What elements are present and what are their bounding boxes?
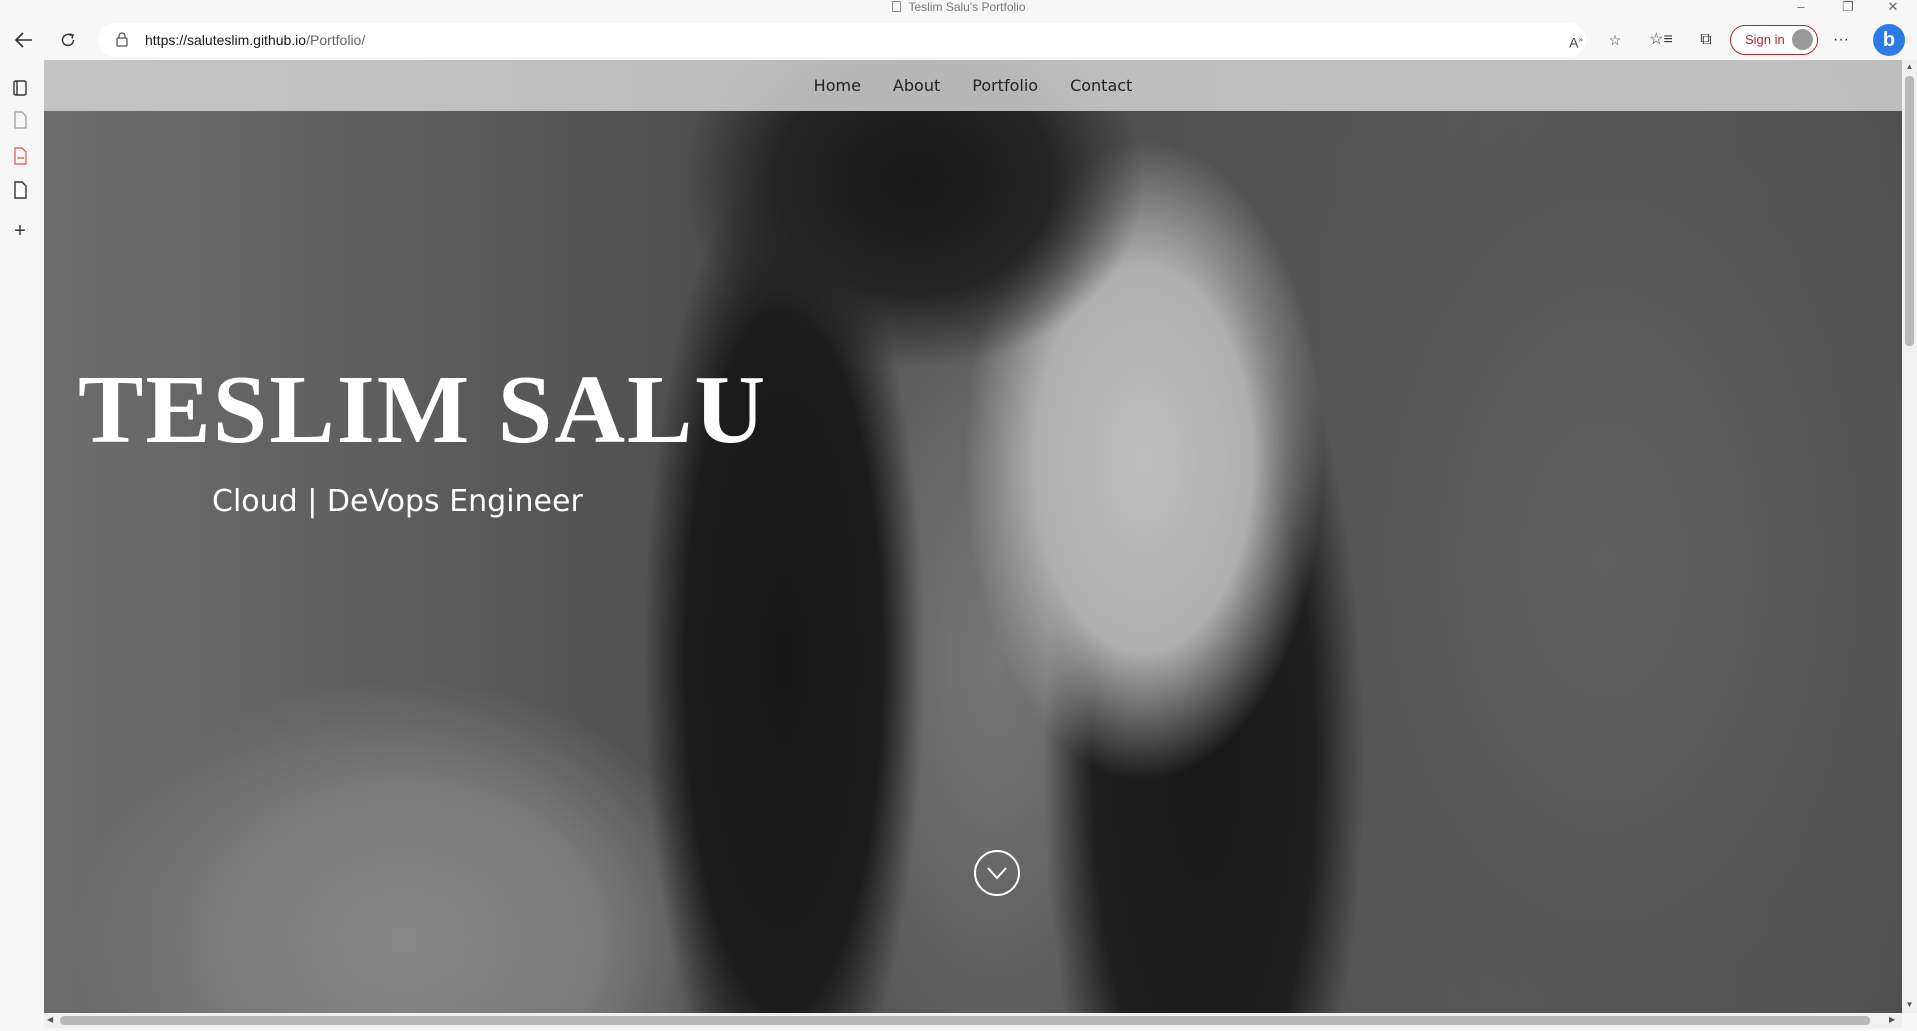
hero-name: TESLIM SALU [78,356,768,464]
chevron-down-circle-icon [987,867,1007,880]
url-text[interactable]: https://saluteslim.github.io/Portfolio/ [145,23,365,57]
tab-active-page-icon[interactable] [11,180,29,200]
page-viewport: Home About Portfolio Contact TESLIM SALU… [44,60,1902,1013]
refresh-icon[interactable] [54,26,82,54]
nav-contact[interactable]: Contact [1070,76,1132,95]
address-bar[interactable]: https://saluteslim.github.io/Portfolio/ … [98,23,1621,57]
scroll-right-arrow-icon[interactable]: ▶ [1889,1015,1895,1024]
scroll-down-arrow-icon[interactable]: ▼ [1904,1000,1915,1009]
read-aloud-icon[interactable]: A» [1566,30,1586,51]
hero-overlay [44,60,1902,1013]
horizontal-scrollbar[interactable]: ◀ ▶ [44,1013,1902,1028]
vertical-scrollbar[interactable]: ▲ ▼ [1902,60,1917,1013]
add-favorite-icon[interactable]: ☆ [1605,30,1625,50]
more-icon[interactable]: ··· [1829,28,1853,52]
bing-copilot-icon[interactable]: b [1873,24,1905,56]
hero-background [44,60,1902,1013]
tab-pdf-icon[interactable] [11,146,29,166]
new-tab-icon[interactable]: + [11,221,29,241]
minimize-button[interactable]: – [1781,0,1821,14]
url-host: https://saluteslim.github.io [145,32,307,48]
horizontal-scroll-thumb[interactable] [60,1016,1870,1025]
scroll-down-button[interactable] [974,850,1020,896]
hero-role: Cloud | DeVops Engineer [212,484,583,519]
site-navbar: Home About Portfolio Contact [44,60,1902,111]
back-arrow-icon[interactable] [10,26,38,54]
nav-home[interactable]: Home [814,76,861,95]
window-titlebar: Teslim Salu's Portfolio – ❐ ✕ [0,0,1917,14]
scroll-left-arrow-icon[interactable]: ◀ [47,1015,53,1024]
tab-actions-icon[interactable] [11,78,29,98]
close-button[interactable]: ✕ [1873,0,1913,14]
nav-portfolio[interactable]: Portfolio [972,76,1038,95]
lock-icon[interactable] [116,32,128,47]
vertical-tabs-sidebar: + [0,66,44,1031]
collections-icon[interactable]: ⧉ [1694,28,1718,52]
vertical-scroll-thumb[interactable] [1905,76,1914,346]
page-icon [891,1,901,12]
window-title: Teslim Salu's Portfolio [908,0,1026,14]
nav-about[interactable]: About [893,76,940,95]
sign-in-label: Sign in [1745,32,1785,47]
scroll-up-arrow-icon[interactable]: ▲ [1904,62,1915,71]
url-path: /Portfolio/ [306,32,366,48]
restore-button[interactable]: ❐ [1828,0,1868,14]
tab-page-icon[interactable] [11,110,29,130]
window-title-area: Teslim Salu's Portfolio [0,0,1917,14]
avatar [1792,29,1813,50]
favorites-icon[interactable]: ☆≡ [1649,28,1673,52]
browser-toolbar: https://saluteslim.github.io/Portfolio/ … [0,14,1917,66]
sign-in-button[interactable]: Sign in [1730,25,1818,55]
